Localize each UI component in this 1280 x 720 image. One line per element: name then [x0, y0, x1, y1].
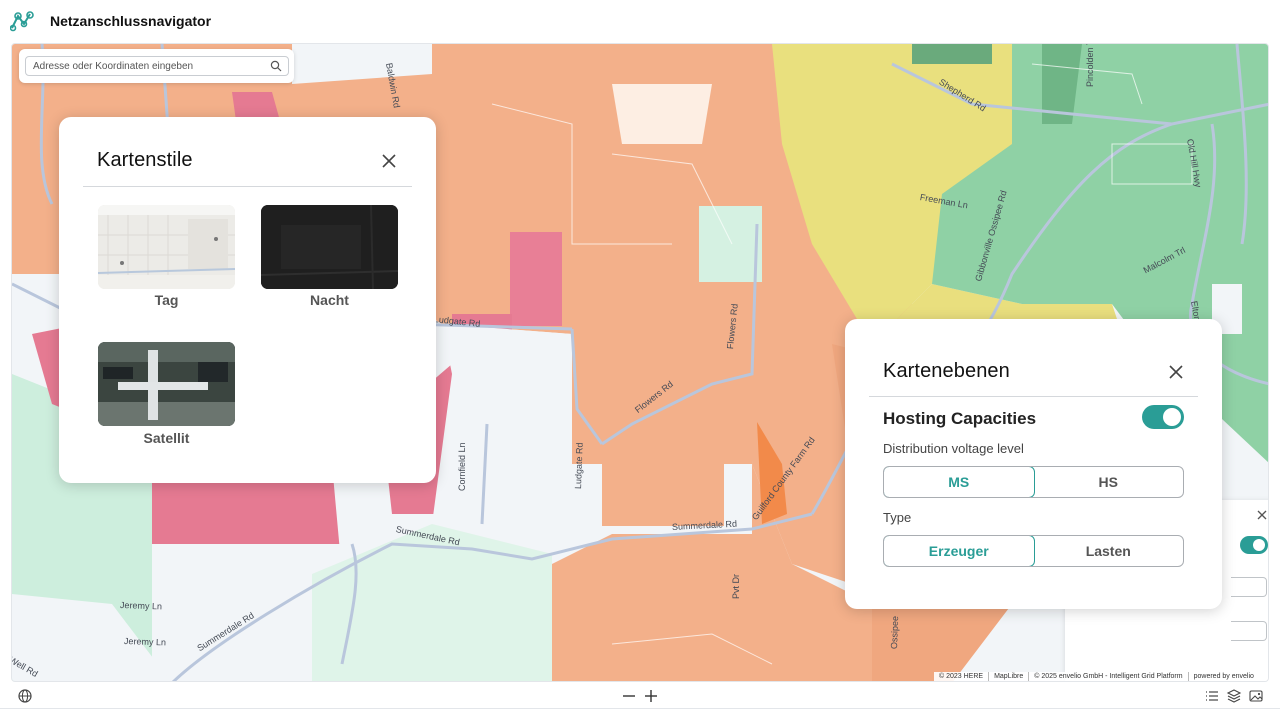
bottom-toolbar: [0, 683, 1280, 709]
search-field[interactable]: [25, 56, 289, 76]
map-attribution: © 2023 HERE MapLibre © 2025 envelio GmbH…: [934, 672, 1259, 681]
app-title: Netzanschlussnavigator: [50, 13, 212, 29]
panel-title: Kartenebenen: [883, 360, 1010, 382]
map-style-tile-night[interactable]: [261, 205, 398, 289]
map-style-tile-day[interactable]: [98, 205, 235, 289]
attribution-item[interactable]: MapLibre: [988, 672, 1028, 681]
logo-icon[interactable]: [10, 10, 36, 32]
road-label: Cornfield Ln: [457, 442, 467, 491]
satellite-map-thumbnail: [98, 342, 235, 426]
road-label: Pincolden Trl: [1085, 43, 1095, 87]
road-label: Jeremy Ln: [119, 600, 163, 612]
voltage-option-hs[interactable]: HS: [1034, 467, 1184, 497]
day-map-thumbnail: [98, 205, 235, 289]
type-selector: Erzeuger Lasten: [883, 535, 1184, 567]
road-label: Pvt Dr: [731, 573, 741, 599]
attribution-item: © 2023 HERE: [939, 673, 984, 680]
legend-toggle[interactable]: [1240, 536, 1268, 554]
divider: [83, 186, 412, 187]
road-label: Ossipee: [889, 615, 901, 650]
search-icon[interactable]: [270, 60, 282, 72]
voltage-level-label: Distribution voltage level: [883, 441, 1024, 456]
road-label: Jeremy Ln: [123, 636, 167, 648]
list-icon[interactable]: [1204, 688, 1220, 704]
section-title: Hosting Capacities: [883, 409, 1037, 428]
attribution-item[interactable]: powered by envelio: [1187, 672, 1259, 681]
voltage-option-ms[interactable]: MS: [884, 467, 1035, 497]
type-option-erzeuger[interactable]: Erzeuger: [884, 536, 1035, 566]
type-label: Type: [883, 510, 912, 525]
search-input[interactable]: [26, 57, 273, 75]
minus-icon[interactable]: [621, 688, 637, 704]
tile-label: Satellit: [143, 430, 190, 446]
search-box: [19, 49, 294, 83]
attribution-item[interactable]: © 2025 envelio GmbH - Intelligent Grid P…: [1028, 672, 1187, 681]
legend-field[interactable]: [1231, 621, 1267, 641]
legend-field[interactable]: [1231, 577, 1267, 597]
hosting-capacities-toggle[interactable]: [1142, 405, 1184, 429]
layers-icon[interactable]: [1226, 688, 1242, 704]
type-option-lasten[interactable]: Lasten: [1034, 536, 1184, 566]
close-icon[interactable]: [379, 151, 399, 171]
image-icon[interactable]: [1248, 688, 1264, 704]
map-layers-panel: Kartenebenen Hosting Capacities Distribu…: [845, 319, 1222, 609]
voltage-level-selector: MS HS: [883, 466, 1184, 498]
map-styles-panel: Kartenstile Tag Nacht Satellit: [59, 117, 436, 483]
map-style-tile-satellite[interactable]: [98, 342, 235, 426]
night-map-thumbnail: [261, 205, 398, 289]
close-icon[interactable]: [1255, 508, 1269, 522]
globe-icon[interactable]: [17, 688, 33, 704]
panel-title: Kartenstile: [97, 149, 193, 171]
app-header: Netzanschlussnavigator: [0, 0, 1280, 42]
road-label: Ludgate Rd: [573, 442, 585, 490]
tile-label: Tag: [154, 292, 179, 308]
plus-icon[interactable]: [643, 688, 659, 704]
tile-label: Nacht: [310, 292, 349, 308]
close-icon[interactable]: [1166, 362, 1186, 382]
divider: [869, 396, 1198, 397]
